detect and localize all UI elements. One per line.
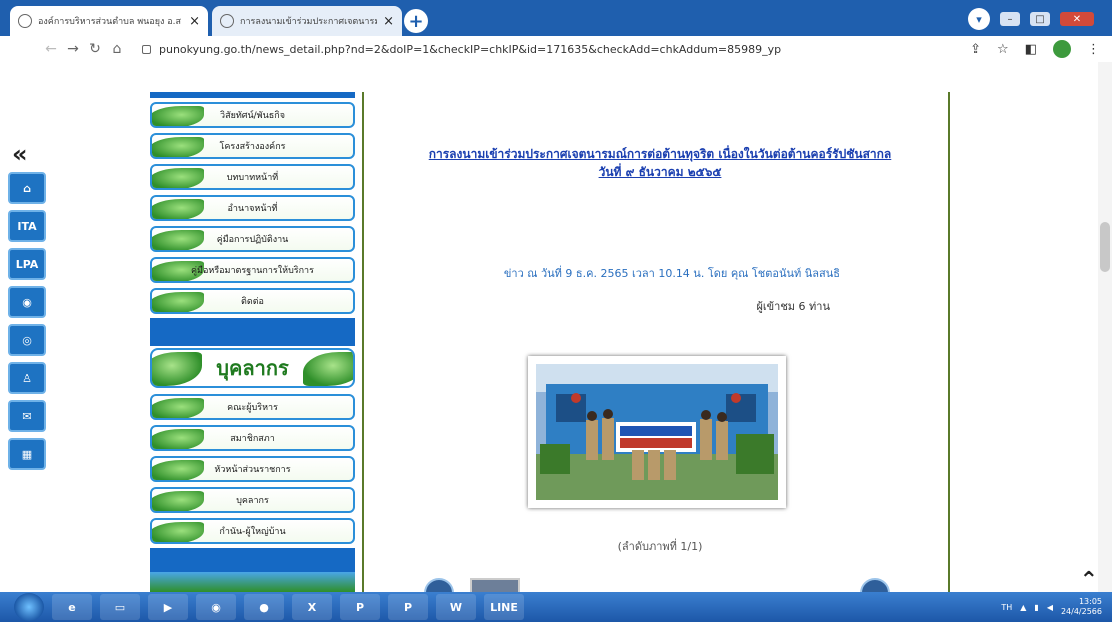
sitemap-icon[interactable]: ▦ <box>8 438 46 470</box>
tab-search-icon[interactable]: ▾ <box>968 8 990 30</box>
news-title-line1: การลงนามเข้าร่วมประกาศเจตนารมณ์การต่อต้า… <box>428 147 892 161</box>
clock-time: 13:05 <box>1078 597 1102 606</box>
menu-item-authority[interactable]: อำนาจหน้าที่ <box>150 195 355 221</box>
language-indicator[interactable]: TH <box>1001 603 1012 612</box>
menu-item-structure[interactable]: โครงสร้างองค์กร <box>150 133 355 159</box>
url-text[interactable]: punokyung.go.th/news_detail.php?nd=2&doI… <box>159 43 781 56</box>
menu-item-council[interactable]: สมาชิกสภา <box>150 425 355 451</box>
view-count: ผู้เข้าชม 6 ท่าน <box>756 300 830 313</box>
home-icon[interactable]: ⌂ <box>8 172 46 204</box>
tray-arrow-icon[interactable]: ▲ <box>1020 603 1026 612</box>
lock-icon <box>142 44 151 54</box>
site-left-menu: วิสัยทัศน์/พันธกิจ โครงสร้างองค์กร บทบาท… <box>150 92 355 592</box>
taskbar-ie-icon[interactable]: e <box>52 594 92 620</box>
side-panel-icon[interactable]: ◧ <box>1025 42 1037 57</box>
taskbar-media-icon[interactable]: ▶ <box>148 594 188 620</box>
egp-icon[interactable]: ◉ <box>8 286 46 318</box>
profile-avatar[interactable] <box>1053 40 1071 58</box>
home-icon[interactable]: ⌂ <box>106 41 128 57</box>
lpa-link[interactable]: LPA <box>8 248 46 280</box>
news-title: การลงนามเข้าร่วมประกาศเจตนารมณ์การต่อต้า… <box>380 145 940 181</box>
clock[interactable]: 13:05 24/4/2566 <box>1061 597 1102 617</box>
menu-band <box>150 92 355 98</box>
forward-icon[interactable]: → <box>62 41 84 57</box>
menu-item-roles[interactable]: บทบาทหน้าที่ <box>150 164 355 190</box>
scrollbar-thumb[interactable] <box>1100 222 1110 272</box>
menu-item-executives[interactable]: คณะผู้บริหาร <box>150 394 355 420</box>
group-photo-image <box>536 364 778 500</box>
taskbar-word-icon[interactable]: W <box>436 594 476 620</box>
site-favicon-icon <box>220 14 234 28</box>
news-title-line2: วันที่ ๙ ธันวาคม ๒๕๖๕ <box>598 165 722 179</box>
menu-item-contact[interactable]: ติดต่อ <box>150 288 355 314</box>
news-photo[interactable] <box>528 356 786 508</box>
tab-title: การลงนามเข้าร่วมประกาศเจตนารมณ์ <box>240 17 378 27</box>
back-to-top-icon[interactable]: ⌃ <box>1080 568 1098 593</box>
taskbar-line-icon[interactable]: LINE <box>484 594 524 620</box>
menu-band <box>150 318 355 346</box>
clock-date: 24/4/2566 <box>1060 607 1102 616</box>
ita-link[interactable]: ITA <box>8 210 46 242</box>
menu-kebab-icon[interactable]: ⋮ <box>1087 42 1100 57</box>
collapse-chevron-icon[interactable]: « <box>12 140 28 168</box>
browser-tab-bar: องค์การบริหารส่วนตำบล พนอยุง อ.ส × การลง… <box>0 0 1112 36</box>
address-bar[interactable]: punokyung.go.th/news_detail.php?nd=2&doI… <box>142 43 970 56</box>
taskbar-excel-icon[interactable]: X <box>292 594 332 620</box>
network-icon[interactable]: ▮ <box>1034 603 1038 612</box>
minimize-button[interactable]: – <box>1000 12 1020 26</box>
menu-item-vision[interactable]: วิสัยทัศน์/พันธกิจ <box>150 102 355 128</box>
menu-item-division-heads[interactable]: หัวหน้าส่วนราชการ <box>150 456 355 482</box>
windows-taskbar: e ▭ ▶ ◉ ● X P P W LINE TH ▲ ▮ ◀ 13:05 24… <box>0 592 1112 622</box>
site-favicon-icon <box>18 14 32 28</box>
taskbar-publisher-icon[interactable]: P <box>388 594 428 620</box>
taskbar-firefox-icon[interactable]: ● <box>244 594 284 620</box>
tab-title: องค์การบริหารส่วนตำบล พนอยุง อ.ส <box>38 17 181 27</box>
maximize-button[interactable]: □ <box>1030 12 1050 26</box>
menu-item-personnel[interactable]: บุคลากร <box>150 487 355 513</box>
close-tab-icon[interactable]: × <box>189 14 200 29</box>
content-border-left <box>362 92 364 592</box>
quick-links-bar: ⌂ ITA LPA ◉ ◎ ♙ ✉ ▦ <box>8 172 48 476</box>
taskbar-explorer-icon[interactable]: ▭ <box>100 594 140 620</box>
close-tab-icon[interactable]: × <box>383 14 394 29</box>
menu-band <box>150 548 355 572</box>
share-icon[interactable]: ⇪ <box>970 42 981 57</box>
page-scrollbar[interactable] <box>1098 62 1112 592</box>
window-controls: ▾ – □ ✕ <box>968 8 1094 30</box>
volume-icon[interactable]: ◀ <box>1047 603 1053 612</box>
person-icon[interactable]: ♙ <box>8 362 46 394</box>
bookmark-star-icon[interactable]: ☆ <box>997 42 1009 57</box>
new-tab-button[interactable]: + <box>404 9 428 33</box>
photo-caption: (ลำดับภาพที่ 1/1) <box>617 540 703 553</box>
back-icon[interactable]: ← <box>40 41 62 57</box>
personnel-heading: บุคลากร <box>150 348 355 388</box>
reload-icon[interactable]: ↻ <box>84 41 106 57</box>
news-meta: ข่าว ณ วันที่ 9 ธ.ค. 2565 เวลา 10.14 น. … <box>503 267 840 280</box>
taskbar-powerpoint-icon[interactable]: P <box>340 594 380 620</box>
taskbar-chrome-icon[interactable]: ◉ <box>196 594 236 620</box>
content-border-right <box>948 92 950 592</box>
start-button[interactable] <box>14 593 44 621</box>
egp-globe-icon[interactable]: ◎ <box>8 324 46 356</box>
menu-footer-decoration <box>150 572 355 592</box>
tab-news[interactable]: การลงนามเข้าร่วมประกาศเจตนารมณ์ × <box>212 6 402 36</box>
menu-item-village-heads[interactable]: กำนัน-ผู้ใหญ่บ้าน <box>150 518 355 544</box>
browser-toolbar: ← → ↻ ⌂ punokyung.go.th/news_detail.php?… <box>0 36 1112 62</box>
system-tray: TH ▲ ▮ ◀ 13:05 24/4/2566 <box>1001 597 1112 617</box>
tab-municipality[interactable]: องค์การบริหารส่วนตำบล พนอยุง อ.ส × <box>10 6 208 36</box>
menu-item-manual[interactable]: คู่มือการปฏิบัติงาน <box>150 226 355 252</box>
mail-icon[interactable]: ✉ <box>8 400 46 432</box>
close-window-button[interactable]: ✕ <box>1060 12 1094 26</box>
menu-item-service-standard[interactable]: คู่มือหรือมาตรฐานการให้บริการ <box>150 257 355 283</box>
